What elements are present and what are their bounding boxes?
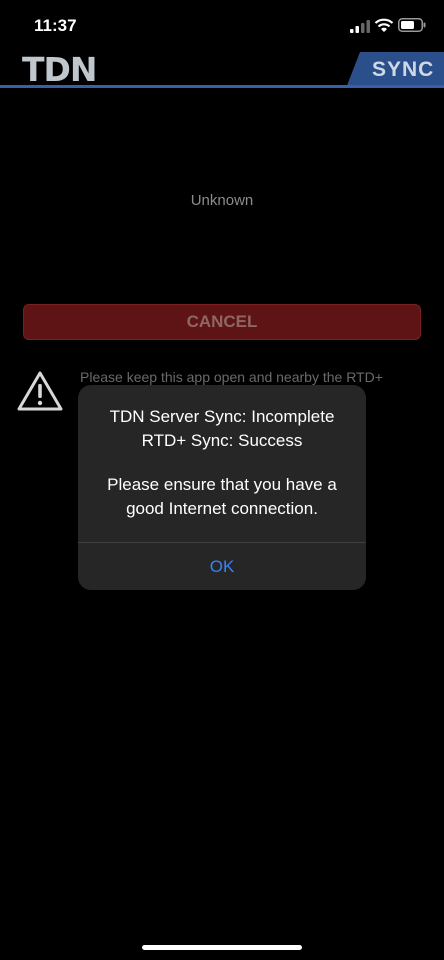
sync-status-text: Unknown bbox=[190, 192, 254, 209]
dialog-line-server-sync: TDN Server Sync: Incomplete bbox=[109, 407, 335, 426]
sync-result-dialog: TDN Server Sync: Incomplete RTD+ Sync: S… bbox=[78, 385, 366, 590]
warning-message: Please keep this app open and nearby the… bbox=[80, 369, 383, 385]
home-indicator[interactable] bbox=[142, 945, 302, 950]
cellular-signal-icon bbox=[350, 20, 370, 33]
wifi-icon bbox=[374, 18, 394, 32]
dialog-line-ensure: Please ensure that you have a bbox=[107, 475, 337, 494]
dialog-line-connection: good Internet connection. bbox=[126, 499, 318, 518]
status-time: 11:37 bbox=[34, 16, 77, 35]
svg-text:TDN: TDN bbox=[22, 53, 97, 84]
status-bar: 11:37 bbox=[0, 0, 444, 52]
cancel-button[interactable]: CANCEL bbox=[23, 304, 421, 340]
tdn-logo: TDN bbox=[22, 53, 98, 84]
dialog-line-rtd-sync: RTD+ Sync: Success bbox=[141, 431, 303, 450]
battery-icon bbox=[398, 18, 426, 32]
app-header: TDN SYNC bbox=[0, 52, 444, 88]
sync-tab[interactable]: SYNC bbox=[372, 58, 434, 82]
header-divider bbox=[0, 85, 444, 88]
dialog-message: TDN Server Sync: Incomplete RTD+ Sync: S… bbox=[78, 405, 366, 521]
ok-button[interactable]: OK bbox=[78, 543, 366, 590]
warning-icon bbox=[17, 371, 63, 411]
